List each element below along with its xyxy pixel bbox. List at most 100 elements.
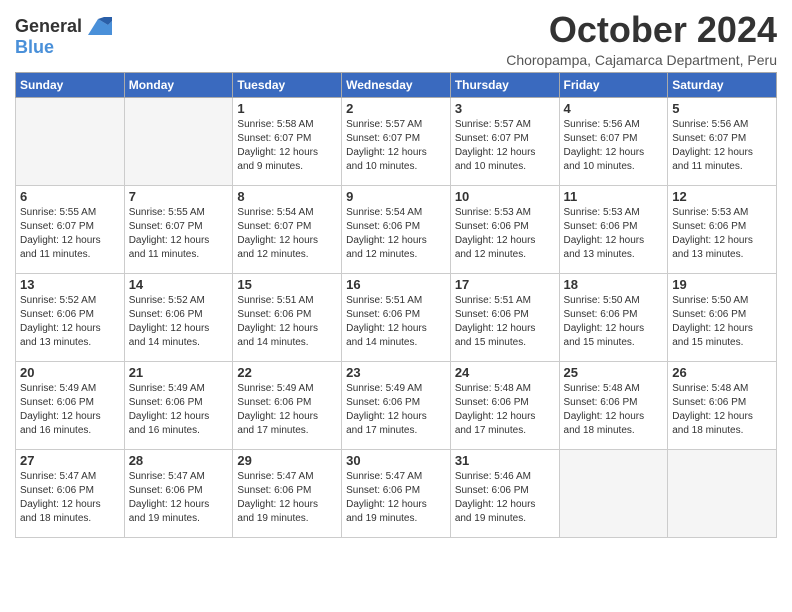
- day-cell: 17 Sunrise: 5:51 AMSunset: 6:06 PMDaylig…: [450, 273, 559, 361]
- day-info: Sunrise: 5:49 AMSunset: 6:06 PMDaylight:…: [346, 382, 446, 438]
- day-number: 25: [564, 365, 664, 380]
- day-number: 4: [564, 101, 664, 116]
- logo-blue-text: Blue: [15, 37, 54, 58]
- day-info: Sunrise: 5:53 AMSunset: 6:06 PMDaylight:…: [564, 206, 664, 262]
- day-info: Sunrise: 5:57 AMSunset: 6:07 PMDaylight:…: [455, 118, 555, 174]
- day-cell: 29 Sunrise: 5:47 AMSunset: 6:06 PMDaylig…: [233, 449, 342, 537]
- calendar-table: SundayMondayTuesdayWednesdayThursdayFrid…: [15, 72, 777, 538]
- day-info: Sunrise: 5:56 AMSunset: 6:07 PMDaylight:…: [564, 118, 664, 174]
- day-info: Sunrise: 5:54 AMSunset: 6:06 PMDaylight:…: [346, 206, 446, 262]
- day-info: Sunrise: 5:49 AMSunset: 6:06 PMDaylight:…: [129, 382, 229, 438]
- day-cell: 18 Sunrise: 5:50 AMSunset: 6:06 PMDaylig…: [559, 273, 668, 361]
- day-cell: 5 Sunrise: 5:56 AMSunset: 6:07 PMDayligh…: [668, 97, 777, 185]
- day-number: 8: [237, 189, 337, 204]
- day-number: 14: [129, 277, 229, 292]
- day-cell: 13 Sunrise: 5:52 AMSunset: 6:06 PMDaylig…: [16, 273, 125, 361]
- day-cell: 2 Sunrise: 5:57 AMSunset: 6:07 PMDayligh…: [342, 97, 451, 185]
- day-cell: 14 Sunrise: 5:52 AMSunset: 6:06 PMDaylig…: [124, 273, 233, 361]
- day-cell: 19 Sunrise: 5:50 AMSunset: 6:06 PMDaylig…: [668, 273, 777, 361]
- logo-general-text: General: [15, 16, 82, 37]
- day-number: 19: [672, 277, 772, 292]
- title-area: October 2024 Choropampa, Cajamarca Depar…: [506, 10, 777, 68]
- day-number: 26: [672, 365, 772, 380]
- day-number: 16: [346, 277, 446, 292]
- day-info: Sunrise: 5:49 AMSunset: 6:06 PMDaylight:…: [20, 382, 120, 438]
- day-number: 13: [20, 277, 120, 292]
- day-number: 15: [237, 277, 337, 292]
- day-number: 2: [346, 101, 446, 116]
- day-number: 21: [129, 365, 229, 380]
- day-number: 22: [237, 365, 337, 380]
- day-info: Sunrise: 5:48 AMSunset: 6:06 PMDaylight:…: [564, 382, 664, 438]
- day-cell: 27 Sunrise: 5:47 AMSunset: 6:06 PMDaylig…: [16, 449, 125, 537]
- day-cell: 20 Sunrise: 5:49 AMSunset: 6:06 PMDaylig…: [16, 361, 125, 449]
- day-number: 9: [346, 189, 446, 204]
- day-info: Sunrise: 5:55 AMSunset: 6:07 PMDaylight:…: [20, 206, 120, 262]
- location-title: Choropampa, Cajamarca Department, Peru: [506, 52, 777, 68]
- day-cell: 23 Sunrise: 5:49 AMSunset: 6:06 PMDaylig…: [342, 361, 451, 449]
- logo: General Blue: [15, 16, 112, 58]
- day-cell: 31 Sunrise: 5:46 AMSunset: 6:06 PMDaylig…: [450, 449, 559, 537]
- day-cell: 7 Sunrise: 5:55 AMSunset: 6:07 PMDayligh…: [124, 185, 233, 273]
- day-number: 5: [672, 101, 772, 116]
- day-cell: 15 Sunrise: 5:51 AMSunset: 6:06 PMDaylig…: [233, 273, 342, 361]
- day-number: 6: [20, 189, 120, 204]
- day-cell: 26 Sunrise: 5:48 AMSunset: 6:06 PMDaylig…: [668, 361, 777, 449]
- day-info: Sunrise: 5:51 AMSunset: 6:06 PMDaylight:…: [455, 294, 555, 350]
- day-cell: 10 Sunrise: 5:53 AMSunset: 6:06 PMDaylig…: [450, 185, 559, 273]
- day-info: Sunrise: 5:49 AMSunset: 6:06 PMDaylight:…: [237, 382, 337, 438]
- day-header-tuesday: Tuesday: [233, 72, 342, 97]
- day-cell: [124, 97, 233, 185]
- day-info: Sunrise: 5:54 AMSunset: 6:07 PMDaylight:…: [237, 206, 337, 262]
- day-header-sunday: Sunday: [16, 72, 125, 97]
- day-number: 31: [455, 453, 555, 468]
- day-cell: [16, 97, 125, 185]
- day-info: Sunrise: 5:47 AMSunset: 6:06 PMDaylight:…: [20, 470, 120, 526]
- day-info: Sunrise: 5:52 AMSunset: 6:06 PMDaylight:…: [129, 294, 229, 350]
- month-title: October 2024: [506, 10, 777, 50]
- day-number: 27: [20, 453, 120, 468]
- day-number: 1: [237, 101, 337, 116]
- day-info: Sunrise: 5:50 AMSunset: 6:06 PMDaylight:…: [564, 294, 664, 350]
- week-row-5: 27 Sunrise: 5:47 AMSunset: 6:06 PMDaylig…: [16, 449, 777, 537]
- day-number: 23: [346, 365, 446, 380]
- day-cell: 21 Sunrise: 5:49 AMSunset: 6:06 PMDaylig…: [124, 361, 233, 449]
- day-cell: 24 Sunrise: 5:48 AMSunset: 6:06 PMDaylig…: [450, 361, 559, 449]
- day-header-saturday: Saturday: [668, 72, 777, 97]
- day-header-thursday: Thursday: [450, 72, 559, 97]
- day-number: 29: [237, 453, 337, 468]
- day-cell: 16 Sunrise: 5:51 AMSunset: 6:06 PMDaylig…: [342, 273, 451, 361]
- day-number: 20: [20, 365, 120, 380]
- day-info: Sunrise: 5:47 AMSunset: 6:06 PMDaylight:…: [346, 470, 446, 526]
- day-header-monday: Monday: [124, 72, 233, 97]
- day-info: Sunrise: 5:47 AMSunset: 6:06 PMDaylight:…: [129, 470, 229, 526]
- day-info: Sunrise: 5:56 AMSunset: 6:07 PMDaylight:…: [672, 118, 772, 174]
- day-cell: 4 Sunrise: 5:56 AMSunset: 6:07 PMDayligh…: [559, 97, 668, 185]
- logo-icon: [84, 17, 112, 37]
- day-cell: 11 Sunrise: 5:53 AMSunset: 6:06 PMDaylig…: [559, 185, 668, 273]
- day-number: 11: [564, 189, 664, 204]
- day-number: 3: [455, 101, 555, 116]
- day-number: 10: [455, 189, 555, 204]
- day-number: 12: [672, 189, 772, 204]
- day-info: Sunrise: 5:50 AMSunset: 6:06 PMDaylight:…: [672, 294, 772, 350]
- day-info: Sunrise: 5:48 AMSunset: 6:06 PMDaylight:…: [672, 382, 772, 438]
- day-info: Sunrise: 5:46 AMSunset: 6:06 PMDaylight:…: [455, 470, 555, 526]
- day-cell: 3 Sunrise: 5:57 AMSunset: 6:07 PMDayligh…: [450, 97, 559, 185]
- day-cell: [559, 449, 668, 537]
- day-info: Sunrise: 5:57 AMSunset: 6:07 PMDaylight:…: [346, 118, 446, 174]
- day-info: Sunrise: 5:52 AMSunset: 6:06 PMDaylight:…: [20, 294, 120, 350]
- day-info: Sunrise: 5:47 AMSunset: 6:06 PMDaylight:…: [237, 470, 337, 526]
- header-row: SundayMondayTuesdayWednesdayThursdayFrid…: [16, 72, 777, 97]
- day-cell: 8 Sunrise: 5:54 AMSunset: 6:07 PMDayligh…: [233, 185, 342, 273]
- day-number: 17: [455, 277, 555, 292]
- day-cell: 9 Sunrise: 5:54 AMSunset: 6:06 PMDayligh…: [342, 185, 451, 273]
- day-cell: 12 Sunrise: 5:53 AMSunset: 6:06 PMDaylig…: [668, 185, 777, 273]
- week-row-3: 13 Sunrise: 5:52 AMSunset: 6:06 PMDaylig…: [16, 273, 777, 361]
- day-number: 30: [346, 453, 446, 468]
- day-cell: 1 Sunrise: 5:58 AMSunset: 6:07 PMDayligh…: [233, 97, 342, 185]
- day-cell: 25 Sunrise: 5:48 AMSunset: 6:06 PMDaylig…: [559, 361, 668, 449]
- day-info: Sunrise: 5:51 AMSunset: 6:06 PMDaylight:…: [346, 294, 446, 350]
- day-header-friday: Friday: [559, 72, 668, 97]
- day-number: 7: [129, 189, 229, 204]
